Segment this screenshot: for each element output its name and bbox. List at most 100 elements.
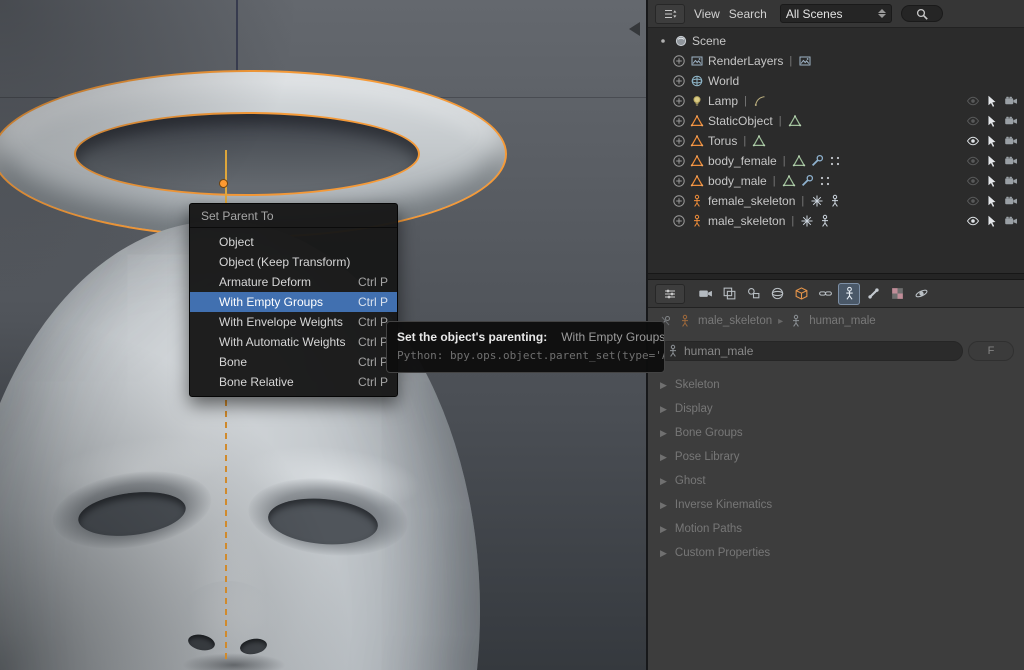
- section-label: Inverse Kinematics: [675, 499, 772, 511]
- outliner-row-renderlayers[interactable]: RenderLayers|: [648, 51, 1024, 71]
- menu-item-with-automatic-weights[interactable]: With Automatic WeightsCtrl P: [190, 332, 397, 352]
- menu-item-shortcut: Ctrl P: [358, 335, 388, 349]
- outliner-row-staticobject[interactable]: StaticObject|: [648, 111, 1024, 131]
- display-mode-dropdown[interactable]: All Scenes: [780, 4, 892, 23]
- cursor-icon[interactable]: [985, 94, 999, 108]
- plus-circle-icon[interactable]: [672, 134, 686, 148]
- search-icon: [915, 7, 929, 21]
- outliner-row-female-skeleton[interactable]: female_skeleton|: [648, 191, 1024, 211]
- camera-icon[interactable]: [1004, 114, 1018, 128]
- eye-icon[interactable]: [966, 214, 980, 228]
- cursor-icon[interactable]: [985, 134, 999, 148]
- panel-divider[interactable]: [648, 273, 1024, 280]
- plus-circle-icon[interactable]: [672, 54, 686, 68]
- restrict-toggles: [966, 194, 1024, 208]
- plus-circle-icon[interactable]: [672, 214, 686, 228]
- menu-item-shortcut: Ctrl P: [358, 295, 388, 309]
- fake-user-button[interactable]: F: [968, 341, 1014, 361]
- plus-circle-icon[interactable]: [672, 114, 686, 128]
- properties-editor-type-button[interactable]: [655, 284, 685, 304]
- object-origin-dot: [219, 179, 228, 188]
- menu-item-bone-relative[interactable]: Bone RelativeCtrl P: [190, 372, 397, 392]
- wrench-icon: [800, 174, 814, 188]
- tab-physics-icon: [914, 286, 929, 301]
- outliner-panel: View Search All Scenes SceneRenderLayers…: [648, 0, 1024, 273]
- plus-circle-icon[interactable]: [672, 74, 686, 88]
- properties-tab-layers[interactable]: [718, 283, 740, 305]
- menu-item-object[interactable]: Object: [190, 232, 397, 252]
- camera-icon[interactable]: [1004, 194, 1018, 208]
- section-pose-library[interactable]: ▶Pose Library: [660, 445, 1024, 469]
- outliner-row-world[interactable]: World: [648, 71, 1024, 91]
- outliner-row-body-male[interactable]: body_male|: [648, 171, 1024, 191]
- plus-circle-icon[interactable]: [672, 174, 686, 188]
- cursor-icon[interactable]: [985, 214, 999, 228]
- breadcrumb-data[interactable]: human_male: [809, 315, 875, 327]
- cursor-icon[interactable]: [985, 154, 999, 168]
- plus-circle-icon[interactable]: [672, 154, 686, 168]
- menu-item-object-keep-transform[interactable]: Object (Keep Transform): [190, 252, 397, 272]
- properties-tab-physics[interactable]: [910, 283, 932, 305]
- mesh-data-icon: [782, 174, 796, 188]
- section-ghost[interactable]: ▶Ghost: [660, 469, 1024, 493]
- outliner-row-torus[interactable]: Torus|: [648, 131, 1024, 151]
- plus-circle-icon[interactable]: [672, 194, 686, 208]
- collapse-arrow-icon: ▶: [660, 380, 667, 391]
- plus-circle-icon[interactable]: [672, 94, 686, 108]
- cursor-icon[interactable]: [985, 174, 999, 188]
- menu-item-bone[interactable]: BoneCtrl P: [190, 352, 397, 372]
- properties-tab-person[interactable]: [838, 283, 860, 305]
- menu-item-armature-deform[interactable]: Armature DeformCtrl P: [190, 272, 397, 292]
- editor-type-button[interactable]: [655, 4, 685, 24]
- lamp-icon: [690, 94, 704, 108]
- camera-icon[interactable]: [1004, 154, 1018, 168]
- properties-tab-checker[interactable]: [886, 283, 908, 305]
- dropdown-arrows-icon: [878, 9, 886, 18]
- eye-icon[interactable]: [966, 94, 980, 108]
- properties-tab-chain[interactable]: [814, 283, 836, 305]
- section-skeleton[interactable]: ▶Skeleton: [660, 373, 1024, 397]
- menu-view[interactable]: View: [694, 7, 720, 21]
- outliner-separator: |: [789, 55, 792, 67]
- section-label: Motion Paths: [675, 523, 742, 535]
- camera-icon[interactable]: [1004, 214, 1018, 228]
- properties-tab-cube[interactable]: [790, 283, 812, 305]
- eye-icon[interactable]: [966, 154, 980, 168]
- region-collapse-arrow-icon[interactable]: [629, 22, 640, 36]
- outliner-search-input[interactable]: [901, 5, 943, 22]
- cursor-icon[interactable]: [985, 194, 999, 208]
- restrict-toggles: [966, 94, 1024, 108]
- outliner-row-scene[interactable]: Scene: [648, 31, 1024, 51]
- camera-icon[interactable]: [1004, 94, 1018, 108]
- properties-tab-world[interactable]: [766, 283, 788, 305]
- properties-panel: male_skeleton ▸ human_male F ▶Skeleton▶D…: [648, 280, 1024, 670]
- menu-title: Set Parent To: [190, 204, 397, 228]
- menu-item-with-empty-groups[interactable]: With Empty GroupsCtrl P: [190, 292, 397, 312]
- eye-icon[interactable]: [966, 194, 980, 208]
- menu-search[interactable]: Search: [729, 7, 767, 21]
- collapse-arrow-icon: ▶: [660, 404, 667, 415]
- menu-item-with-envelope-weights[interactable]: With Envelope WeightsCtrl P: [190, 312, 397, 332]
- section-custom-properties[interactable]: ▶Custom Properties: [660, 541, 1024, 565]
- eye-icon[interactable]: [966, 114, 980, 128]
- menu-item-label: With Envelope Weights: [219, 315, 343, 329]
- section-display[interactable]: ▶Display: [660, 397, 1024, 421]
- datablock-name-input[interactable]: [684, 344, 955, 358]
- camera-icon[interactable]: [1004, 174, 1018, 188]
- eye-icon[interactable]: [966, 134, 980, 148]
- pose-icon: [810, 194, 824, 208]
- properties-tab-bone[interactable]: [862, 283, 884, 305]
- outliner-row-lamp[interactable]: Lamp|: [648, 91, 1024, 111]
- properties-tab-camera[interactable]: [694, 283, 716, 305]
- outliner-row-body-female[interactable]: body_female|: [648, 151, 1024, 171]
- properties-tab-scene[interactable]: [742, 283, 764, 305]
- section-bone-groups[interactable]: ▶Bone Groups: [660, 421, 1024, 445]
- section-motion-paths[interactable]: ▶Motion Paths: [660, 517, 1024, 541]
- section-inverse-kinematics[interactable]: ▶Inverse Kinematics: [660, 493, 1024, 517]
- breadcrumb-object[interactable]: male_skeleton: [698, 315, 772, 327]
- cursor-icon[interactable]: [985, 114, 999, 128]
- camera-icon[interactable]: [1004, 134, 1018, 148]
- outliner-row-male-skeleton[interactable]: male_skeleton|: [648, 211, 1024, 231]
- outliner-label: World: [708, 74, 739, 88]
- eye-icon[interactable]: [966, 174, 980, 188]
